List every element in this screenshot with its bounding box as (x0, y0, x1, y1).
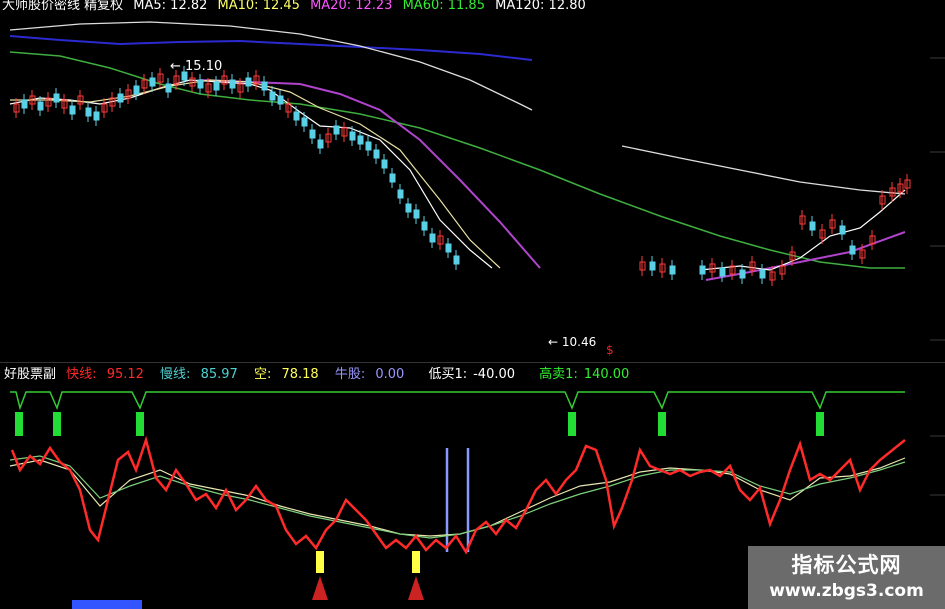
high-sell-label: 高卖1: 140.00 (539, 367, 630, 382)
low-price-label: ← 10.46 (548, 335, 597, 349)
empty-line-value: 78.18 (281, 367, 319, 382)
candle-body (849, 245, 856, 255)
main-header: 大师股价密线 精复权 MA5: 12.82 MA10: 12.45 MA20: … (2, 0, 586, 13)
candle-body (429, 233, 436, 243)
site-watermark: 指标公式网 www.zbgs3.com (748, 546, 945, 609)
candle-body (381, 159, 388, 169)
ma120-line (9, 35, 533, 61)
candle-body (213, 81, 220, 91)
candle-body (445, 243, 452, 253)
empty-line (9, 455, 906, 539)
ma60-value: MA60: 11.85 (402, 0, 485, 13)
candle-body (309, 129, 316, 139)
low-buy-value: -40.00 (473, 367, 516, 382)
candle-body (389, 173, 396, 183)
candle-body (699, 265, 706, 275)
buy-signal-markers (312, 551, 424, 600)
low-buy-label: 低买1: -40.00 (428, 367, 516, 382)
candle-body (149, 77, 156, 87)
high-price-label: ← 15.10 (170, 59, 223, 74)
candle-body (133, 85, 140, 95)
sell-signal-bar (15, 412, 23, 436)
indicator-title: 大师股价密线 精复权 (2, 0, 124, 13)
candle-body (357, 135, 364, 145)
candle-body (405, 203, 412, 213)
candle-body (365, 141, 372, 151)
candle-body (229, 79, 236, 89)
candle-body (333, 125, 340, 135)
sell-signal-bar (568, 412, 576, 436)
candle-body (293, 111, 300, 121)
candle-body (301, 117, 308, 127)
candle-body (197, 79, 204, 89)
candle-body (277, 95, 284, 105)
candle-body (37, 101, 44, 111)
sub-indicator-name: 好股票副 (4, 367, 57, 382)
slow-line-label: 慢线: 85.97 (160, 367, 238, 382)
ma20-value: MA20: 12.23 (310, 0, 393, 13)
candlesticks (13, 66, 911, 286)
candle-body (245, 77, 252, 87)
candle-body (373, 149, 380, 159)
sell-signal-bar (53, 412, 61, 436)
candle-body (53, 93, 60, 103)
buy-signal-spike (408, 576, 424, 600)
fast-line-label: 快线: 95.12 (66, 367, 144, 382)
candle-body (165, 83, 172, 93)
candle-body (649, 261, 656, 271)
pane-divider[interactable] (0, 362, 945, 363)
sell-signal-bars (15, 412, 824, 436)
candle-body (21, 99, 28, 109)
candle-body (85, 107, 92, 117)
watermark-title: 指标公式网 (791, 553, 902, 577)
high-sell-line (10, 391, 905, 411)
sell-signal-bar (816, 412, 824, 436)
ma120-value: MA120: 12.80 (495, 0, 586, 13)
buy-signal-bar (316, 551, 324, 573)
candle-body (413, 209, 420, 219)
ma-purple-line (199, 79, 541, 269)
candle-body (117, 93, 124, 103)
price-grid (930, 57, 945, 341)
watermark-url: www.zbgs3.com (769, 581, 924, 601)
fast-line-value: 95.12 (106, 367, 144, 382)
candle-body (397, 189, 404, 199)
buy-signal-spike (312, 576, 328, 600)
candle-body (93, 111, 100, 121)
candle-body (719, 267, 726, 277)
candle-body (421, 221, 428, 231)
indicator-grid (930, 435, 945, 555)
candle-body (739, 269, 746, 279)
ma10-value: MA10: 12.45 (217, 0, 300, 13)
bull-line-label: 牛股: 0.00 (334, 367, 405, 382)
fast-line (10, 435, 906, 555)
candle-body (317, 139, 324, 149)
sell-signal-bar (136, 412, 144, 436)
empty-line-label: 空: 78.18 (253, 367, 319, 382)
candle-body (669, 265, 676, 275)
candle-body (453, 255, 460, 265)
candle-body (69, 105, 76, 115)
ma60-line-right (621, 145, 906, 195)
sell-signal-bar (658, 412, 666, 436)
ma5-value: MA5: 12.82 (133, 0, 208, 13)
high-sell-value: 140.00 (583, 367, 630, 382)
candle-body (349, 131, 356, 141)
date-cursor-bar[interactable] (72, 600, 142, 609)
bull-line-value: 0.00 (375, 367, 405, 382)
sub-indicator-header: 好股票副 快线: 95.12 慢线: 85.97 空: 78.18 牛股: 0.… (4, 366, 641, 384)
slow-line-value: 85.97 (200, 367, 238, 382)
buy-signal-bar (412, 551, 420, 573)
candle-body (839, 225, 846, 235)
event-marker: $ (606, 343, 614, 357)
candle-body (261, 81, 268, 91)
ma10-line (10, 79, 501, 269)
candle-body (759, 269, 766, 279)
price-chart[interactable] (0, 0, 945, 362)
candle-body (269, 91, 276, 101)
candle-body (809, 221, 816, 231)
